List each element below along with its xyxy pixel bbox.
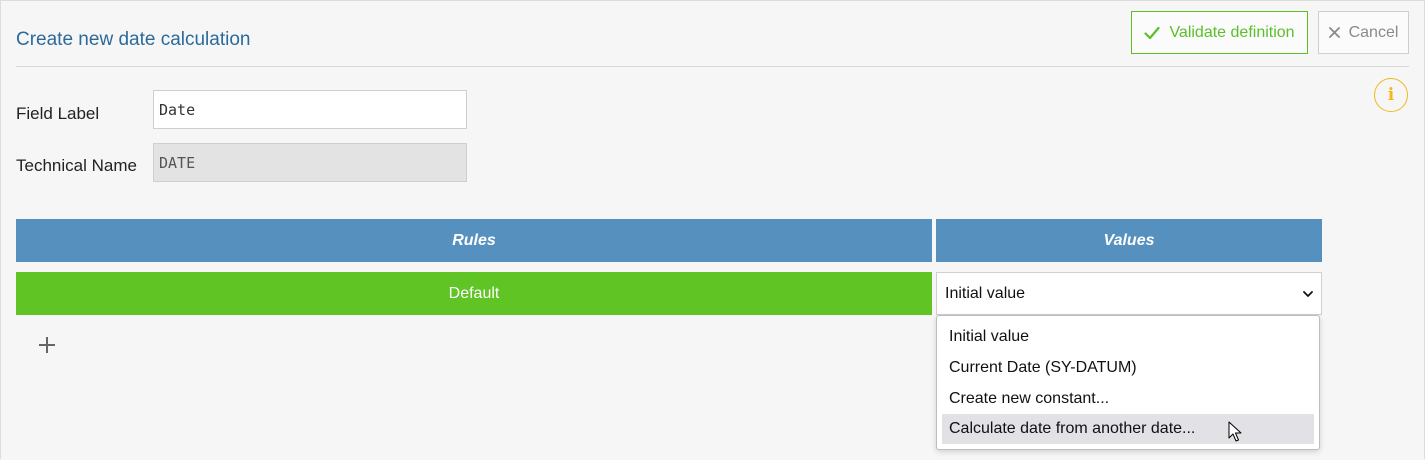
header-divider bbox=[16, 66, 1409, 67]
rule-default[interactable]: Default bbox=[16, 272, 932, 315]
value-select[interactable]: Initial value bbox=[936, 272, 1322, 315]
validate-definition-label: Validate definition bbox=[1169, 23, 1295, 41]
technical-name-label: Technical Name bbox=[16, 156, 137, 175]
add-rule-button[interactable] bbox=[36, 334, 58, 356]
page-title: Create new date calculation bbox=[16, 29, 251, 50]
field-label-input[interactable]: Date bbox=[153, 90, 467, 129]
info-icon[interactable]: i bbox=[1374, 78, 1408, 112]
dropdown-option-current-date[interactable]: Current Date (SY-DATUM) bbox=[942, 353, 1314, 383]
field-label-label: Field Label bbox=[16, 104, 100, 123]
plus-icon bbox=[36, 337, 58, 360]
dropdown-option-create-constant[interactable]: Create new constant... bbox=[942, 384, 1314, 414]
values-column-header: Values bbox=[936, 219, 1322, 262]
close-icon bbox=[1328, 27, 1340, 38]
chevron-down-icon bbox=[1302, 287, 1314, 305]
check-icon bbox=[1144, 26, 1161, 40]
value-select-text: Initial value bbox=[945, 284, 1026, 302]
cancel-label: Cancel bbox=[1348, 23, 1399, 41]
dropdown-option-calculate-date[interactable]: Calculate date from another date... bbox=[942, 414, 1314, 444]
cancel-button[interactable]: Cancel bbox=[1318, 11, 1409, 54]
value-dropdown-menu: Initial value Current Date (SY-DATUM) Cr… bbox=[936, 315, 1320, 450]
rules-column-header: Rules bbox=[16, 219, 932, 262]
dropdown-option-initial-value[interactable]: Initial value bbox=[942, 322, 1314, 352]
validate-definition-button[interactable]: Validate definition bbox=[1131, 11, 1308, 54]
mouse-cursor-icon bbox=[1228, 421, 1242, 448]
technical-name-input: DATE bbox=[153, 143, 467, 182]
